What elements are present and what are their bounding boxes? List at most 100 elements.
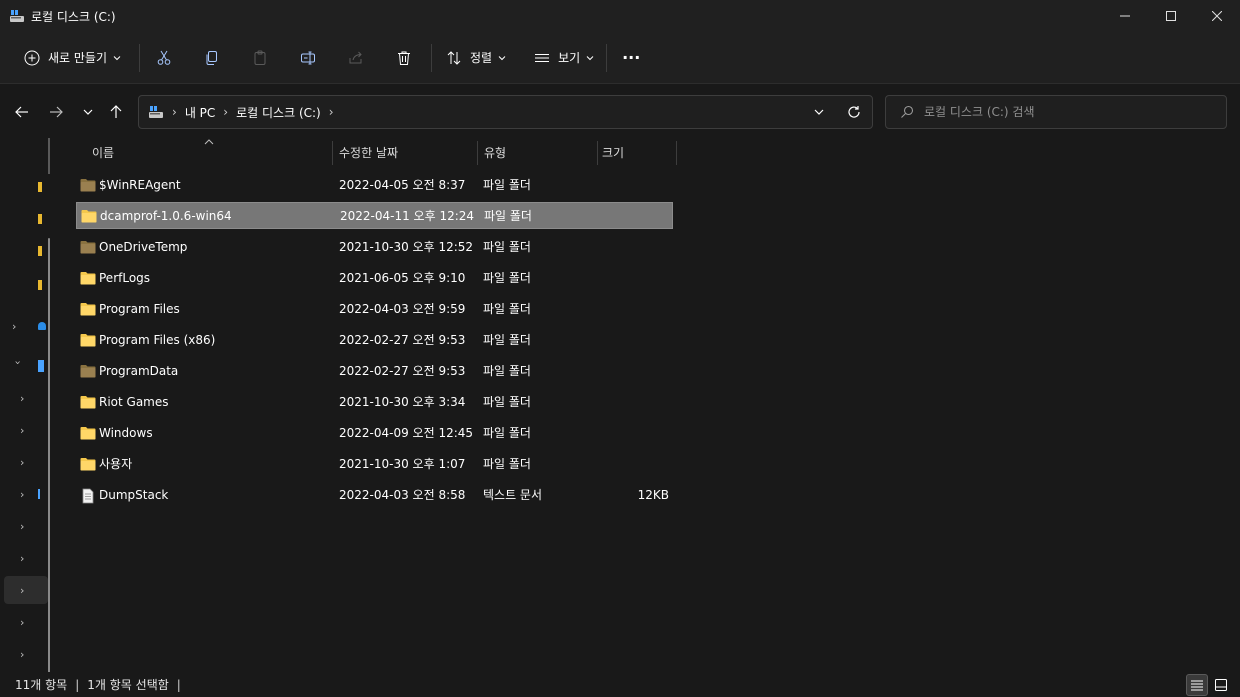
file-name: DumpStack xyxy=(99,487,169,502)
chevron-right-icon: › xyxy=(20,647,25,661)
tiles-view-button[interactable] xyxy=(1210,674,1232,696)
breadcrumb-separator[interactable]: › xyxy=(223,105,228,119)
search-box[interactable] xyxy=(885,95,1227,129)
table-row[interactable]: $WinREAgent 2022-04-05 오전 8:37 파일 폴더 xyxy=(76,169,673,200)
file-type: 파일 폴더 xyxy=(483,426,531,440)
close-icon xyxy=(1212,11,1222,21)
breadcrumb-local-disk[interactable]: 로컬 디스크 (C:) xyxy=(236,104,321,121)
file-type: 파일 폴더 xyxy=(483,333,531,347)
maximize-button[interactable] xyxy=(1148,0,1194,32)
arrow-left-icon xyxy=(15,106,28,118)
view-button-label: 보기 xyxy=(558,51,581,65)
nav-item[interactable]: › xyxy=(4,608,48,636)
table-row[interactable]: 사용자 2021-10-30 오후 1:07 파일 폴더 xyxy=(76,448,673,479)
table-row[interactable]: Program Files 2022-04-03 오전 9:59 파일 폴더 xyxy=(76,293,673,324)
column-divider[interactable] xyxy=(477,141,478,165)
rename-button[interactable] xyxy=(284,42,332,74)
file-date: 2022-04-11 오후 12:24 xyxy=(340,209,475,223)
folder-icon xyxy=(38,280,42,290)
copy-icon xyxy=(206,50,218,65)
nav-item-onedrive[interactable]: › xyxy=(4,312,48,340)
file-type: 파일 폴더 xyxy=(484,209,532,223)
file-date: 2022-04-03 오전 9:59 xyxy=(339,302,466,316)
column-header-row: 이름 수정한 날짜 유형 크기 xyxy=(76,138,1226,166)
share-icon xyxy=(349,51,362,63)
title-bar: 로컬 디스크 (C:) xyxy=(0,0,1240,32)
address-bar[interactable]: › 내 PC › 로컬 디스크 (C:) › xyxy=(138,95,873,129)
breadcrumb-separator[interactable]: › xyxy=(172,105,177,119)
forward-button[interactable] xyxy=(44,100,68,124)
minimize-button[interactable] xyxy=(1102,0,1148,32)
chevron-right-icon: › xyxy=(20,391,25,405)
nav-item[interactable]: › xyxy=(4,448,48,476)
arrow-up-icon xyxy=(110,105,122,118)
table-row[interactable]: Windows 2022-04-09 오전 12:45 파일 폴더 xyxy=(76,417,673,448)
nav-scrollbar-thumb[interactable] xyxy=(48,238,50,678)
cut-button[interactable] xyxy=(140,42,188,74)
table-row[interactable]: DumpStack 2022-04-03 오전 8:58 텍스트 문서 12KB xyxy=(76,479,673,510)
details-view-icon xyxy=(1191,680,1203,691)
address-history-button[interactable] xyxy=(802,96,836,128)
file-date: 2021-10-30 오후 3:34 xyxy=(339,395,466,409)
column-header-name[interactable]: 이름 xyxy=(92,138,332,166)
column-header-date[interactable]: 수정한 날짜 xyxy=(339,138,477,166)
file-type: 파일 폴더 xyxy=(483,302,531,316)
file-name: Program Files xyxy=(99,301,180,316)
close-button[interactable] xyxy=(1194,0,1240,32)
sort-icon xyxy=(447,50,461,65)
paste-button[interactable] xyxy=(236,42,284,74)
nav-item[interactable]: › xyxy=(4,384,48,412)
table-row[interactable]: Program Files (x86) 2022-02-27 오전 9:53 파일 … xyxy=(76,324,673,355)
sort-button[interactable]: 정렬 xyxy=(438,42,514,74)
column-divider[interactable] xyxy=(332,141,333,165)
table-row[interactable]: ProgramData 2022-02-27 오전 9:53 파일 폴더 xyxy=(76,355,673,386)
folder-icon xyxy=(80,271,96,285)
column-divider[interactable] xyxy=(676,141,677,165)
new-button[interactable]: 새로 만들기 xyxy=(20,42,125,74)
nav-item[interactable]: › xyxy=(4,512,48,540)
window-title: 로컬 디스크 (C:) xyxy=(31,9,116,24)
column-header-type[interactable]: 유형 xyxy=(484,138,597,166)
table-row[interactable]: PerfLogs 2021-06-05 오후 9:10 파일 폴더 xyxy=(76,262,673,293)
file-date: 2021-10-30 오후 12:52 xyxy=(339,240,474,254)
refresh-button[interactable] xyxy=(836,96,872,128)
breadcrumb-separator[interactable]: › xyxy=(329,105,334,119)
chevron-right-icon: › xyxy=(20,519,25,533)
nav-item-this-pc[interactable]: › xyxy=(4,352,48,380)
nav-item[interactable]: › xyxy=(4,480,48,508)
file-date: 2022-04-03 오전 8:58 xyxy=(339,488,466,502)
nav-item[interactable]: › xyxy=(4,416,48,444)
drive-icon xyxy=(38,489,40,499)
table-row-selected[interactable]: dcamprof-1.0.6-win64 2022-04-11 오후 12:24 파… xyxy=(76,202,673,229)
copy-button[interactable] xyxy=(188,42,236,74)
plus-circle-icon xyxy=(24,50,40,65)
file-type: 파일 폴더 xyxy=(483,271,531,285)
file-name: $WinREAgent xyxy=(99,177,181,192)
recent-locations-button[interactable] xyxy=(76,100,100,124)
delete-button[interactable] xyxy=(380,42,428,74)
up-button[interactable] xyxy=(104,100,128,124)
details-view-button[interactable] xyxy=(1186,674,1208,696)
column-divider[interactable] xyxy=(597,141,598,165)
view-button[interactable]: 보기 xyxy=(526,42,602,74)
file-date: 2022-04-09 오전 12:45 xyxy=(339,426,474,440)
chevron-right-icon: › xyxy=(20,423,25,437)
file-name: 사용자 xyxy=(99,457,133,471)
folder-icon xyxy=(80,457,96,471)
back-button[interactable] xyxy=(10,100,34,124)
file-name: Riot Games xyxy=(99,394,169,409)
search-input[interactable] xyxy=(924,105,1214,119)
table-row[interactable]: Riot Games 2021-10-30 오후 3:34 파일 폴더 xyxy=(76,386,673,417)
nav-item[interactable]: › xyxy=(4,640,48,668)
nav-item-local-disk[interactable]: › xyxy=(4,576,48,604)
nav-item[interactable]: › xyxy=(4,544,48,572)
column-header-size[interactable]: 크기 xyxy=(602,138,676,166)
sort-button-label: 정렬 xyxy=(470,51,493,65)
breadcrumb-this-pc[interactable]: 내 PC xyxy=(185,104,215,121)
trash-icon xyxy=(398,51,411,65)
table-row[interactable]: OneDriveTemp 2021-10-30 오후 12:52 파일 폴더 xyxy=(76,231,673,262)
window-controls xyxy=(1102,0,1240,32)
more-options-button[interactable]: ··· xyxy=(607,42,655,74)
share-button[interactable] xyxy=(332,42,380,74)
scissors-icon xyxy=(157,50,171,65)
